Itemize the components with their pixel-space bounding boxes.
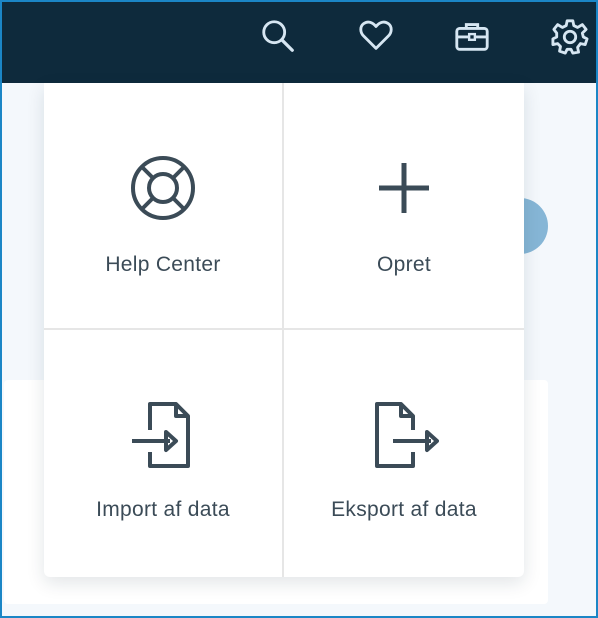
help-center-tile[interactable]: Help Center [44, 83, 284, 330]
top-navigation-bar [0, 0, 598, 83]
export-data-tile[interactable]: Eksport af data [284, 330, 524, 577]
plus-icon [379, 163, 429, 213]
create-label: Opret [376, 253, 432, 276]
lifebuoy-icon [131, 156, 195, 220]
import-data-label: Import af data [96, 498, 230, 521]
gear-icon [551, 19, 589, 55]
file-import-icon [132, 402, 190, 468]
toolbox-icon [455, 23, 489, 51]
create-tile[interactable]: Opret [284, 83, 524, 330]
file-export-icon [375, 402, 439, 468]
heart-icon [359, 20, 393, 50]
import-data-tile[interactable]: Import af data [44, 330, 284, 577]
search-icon [262, 20, 294, 52]
search-button[interactable] [258, 14, 298, 58]
help-center-label: Help Center [105, 253, 221, 276]
settings-button[interactable] [550, 14, 590, 58]
quick-actions-menu: Help Center Opret Import af data Eksport… [44, 83, 524, 577]
tools-button[interactable] [452, 14, 492, 58]
favorites-button[interactable] [356, 14, 396, 58]
export-data-label: Eksport af data [331, 498, 477, 521]
